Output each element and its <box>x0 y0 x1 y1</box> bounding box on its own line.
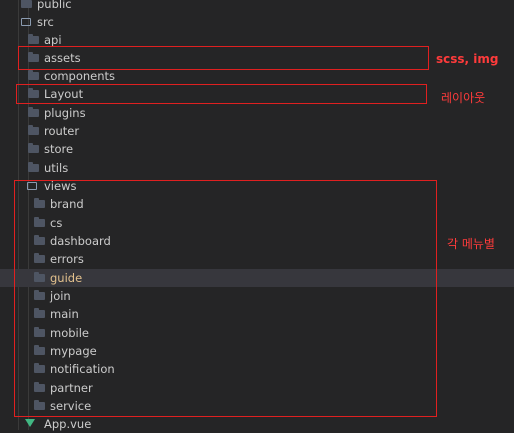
tree-item-guide[interactable]: guide <box>0 269 514 287</box>
tree-item-label: guide <box>50 271 83 285</box>
tree-item-label: cs <box>50 216 63 230</box>
folder-open-icon <box>21 18 31 26</box>
tree-item-label: assets <box>44 51 81 65</box>
tree-item-label: public <box>37 0 72 11</box>
folder-icon <box>21 0 32 8</box>
tree-item-label: dashboard <box>50 234 111 248</box>
folder-open-icon <box>27 182 37 190</box>
tree-item-plugins[interactable]: plugins <box>0 104 514 122</box>
folder-icon <box>34 217 45 227</box>
folder-icon <box>28 70 39 80</box>
folder-icon <box>28 34 39 44</box>
tree-item-public[interactable]: public <box>0 0 514 13</box>
tree-item-notification[interactable]: notification <box>0 360 514 378</box>
folder-icon <box>34 382 45 392</box>
tree-item-main[interactable]: main <box>0 305 514 323</box>
tree-item-join[interactable]: join <box>0 287 514 305</box>
annotation-views-note: 각 메뉴별 <box>447 237 495 251</box>
folder-icon <box>28 52 39 62</box>
folder-icon <box>28 88 39 98</box>
tree-item-label: mypage <box>50 344 97 358</box>
tree-item-mobile[interactable]: mobile <box>0 324 514 342</box>
folder-icon <box>34 327 45 337</box>
folder-icon <box>28 143 39 153</box>
tree-item-partner[interactable]: partner <box>0 379 514 397</box>
folder-icon <box>28 125 39 135</box>
tree-item-router[interactable]: router <box>0 122 514 140</box>
folder-icon <box>28 107 39 117</box>
folder-icon <box>28 162 39 172</box>
tree-item-label: components <box>44 69 116 83</box>
tree-item-cs[interactable]: cs <box>0 214 514 232</box>
tree-item-src[interactable]: src <box>0 13 514 31</box>
tree-item-store[interactable]: store <box>0 140 514 158</box>
tree-item-label: store <box>44 142 74 156</box>
folder-icon <box>34 253 45 263</box>
folder-icon <box>34 272 45 282</box>
tree-item-label: router <box>44 124 80 138</box>
annotation-assets-note: scss, img <box>436 52 499 66</box>
tree-item-app-vue[interactable]: App.vue <box>0 415 514 433</box>
tree-item-label: api <box>44 33 62 47</box>
folder-icon <box>34 400 45 410</box>
tree-item-label: brand <box>50 197 84 211</box>
tree-item-components[interactable]: components <box>0 67 514 85</box>
tree-item-errors[interactable]: errors <box>0 250 514 268</box>
tree-item-mypage[interactable]: mypage <box>0 342 514 360</box>
tree-item-label: main <box>50 307 79 321</box>
tree-item-label: notification <box>50 362 115 376</box>
tree-item-views[interactable]: views <box>0 177 514 195</box>
folder-icon <box>34 363 45 373</box>
tree-item-label: service <box>50 399 92 413</box>
vue-file-icon <box>25 419 35 427</box>
tree-item-label: errors <box>50 252 84 266</box>
folder-icon <box>34 198 45 208</box>
tree-item-label: mobile <box>50 326 90 340</box>
tree-item-api[interactable]: api <box>0 31 514 49</box>
tree-item-dashboard[interactable]: dashboard <box>0 232 514 250</box>
tree-item-label: App.vue <box>44 417 92 431</box>
folder-icon <box>34 235 45 245</box>
folder-icon <box>34 290 45 300</box>
tree-item-service[interactable]: service <box>0 397 514 415</box>
tree-item-label: join <box>50 289 71 303</box>
tree-item-utils[interactable]: utils <box>0 159 514 177</box>
tree-item-label: views <box>44 179 77 193</box>
tree-item-label: src <box>37 15 54 29</box>
tree-item-label: plugins <box>44 106 86 120</box>
tree-item-brand[interactable]: brand <box>0 195 514 213</box>
tree-item-label: utils <box>44 161 69 175</box>
tree-item-label: partner <box>50 381 93 395</box>
folder-icon <box>34 345 45 355</box>
annotation-layout-note: 레이아웃 <box>441 91 486 105</box>
tree-item-label: Layout <box>44 87 84 101</box>
tree-item-layout[interactable]: Layout <box>0 85 514 103</box>
folder-icon <box>34 308 45 318</box>
